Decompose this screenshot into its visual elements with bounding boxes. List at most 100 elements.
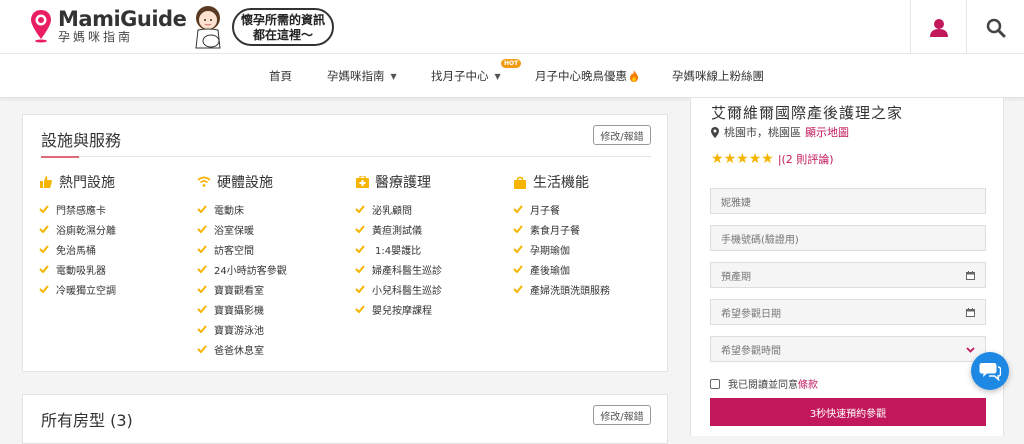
reviews-link[interactable]: |(2 則評論)	[778, 151, 834, 167]
speech-bubble: 懷孕所需的資訊 都在這裡～	[232, 8, 334, 46]
list-item: 月子餐	[513, 199, 673, 219]
facility-column-medical: 醫療護理 泌乳顧問 黃疸測試儀 1:4嬰護比 婦產科醫生巡診 小兒科醫生巡診 嬰…	[355, 173, 515, 319]
visit-date-placeholder: 希望參觀日期	[721, 308, 781, 320]
phone-placeholder: 手機號碼(驗證用)	[721, 234, 799, 246]
facility-column-popular: 熱門設施 門禁感應卡 浴廁乾濕分離 免治馬桶 電動吸乳器 冷暖獨立空調	[39, 173, 199, 299]
shopping-bag-icon	[513, 175, 527, 189]
list-item: 寶寶游泳池	[197, 319, 357, 339]
check-icon	[513, 225, 523, 233]
nav-home[interactable]: 首頁	[269, 68, 292, 84]
logo-name: MamiGuide	[58, 7, 187, 31]
visit-date-input[interactable]: 希望參觀日期	[710, 299, 986, 325]
agree-terms: 我已閱讀並同意 條款	[710, 376, 818, 391]
check-icon	[39, 205, 49, 213]
list-item: 婦產科醫生巡診	[355, 259, 515, 279]
book-visit-button[interactable]: 3秒快速預約參觀	[710, 398, 986, 426]
check-icon	[513, 205, 523, 213]
bubble-line-2: 都在這裡～	[252, 28, 313, 42]
check-icon	[39, 225, 49, 233]
star-icon: ★	[748, 151, 762, 167]
location-pin-logo-icon	[31, 10, 51, 43]
booking-sidebar: 艾爾維爾國際產後護理之家 桃園市，桃園區 顯示地圖 ★ ★ ★ ★ ★ |(2 …	[690, 98, 1004, 436]
check-icon	[197, 205, 207, 213]
check-icon	[355, 205, 365, 213]
name-input[interactable]: 妮雅婕	[710, 188, 986, 214]
check-icon	[513, 285, 523, 293]
nav-fan-page[interactable]: 孕媽咪線上粉絲團	[672, 68, 764, 84]
list-item: 免治馬桶	[39, 239, 199, 259]
facility-column-hardware: 硬體設施 電動床 浴室保暖 訪客空間 24小時訪客參觀 寶寶觀看室 寶寶攝影機 …	[197, 173, 357, 359]
terms-link[interactable]: 條款	[798, 376, 818, 391]
check-icon	[197, 325, 207, 333]
nav-guide[interactable]: 孕媽咪指南 ▼	[327, 68, 397, 84]
agree-text: 我已閱讀並同意	[728, 380, 798, 391]
check-icon	[197, 245, 207, 253]
nav-late-bird-label: 月子中心晚鳥優惠	[535, 69, 627, 83]
chat-button[interactable]	[971, 352, 1009, 390]
star-icon: ★	[761, 151, 774, 167]
check-icon	[513, 245, 523, 253]
check-icon	[39, 245, 49, 253]
show-map-link[interactable]: 顯示地圖	[805, 124, 849, 140]
star-icon: ★	[736, 151, 749, 167]
list-item: 浴室保暖	[197, 219, 357, 239]
nav-find-center[interactable]: 找月子中心 ▼	[431, 68, 501, 84]
check-icon	[355, 285, 365, 293]
thumbs-up-icon	[39, 175, 53, 189]
nav-late-bird-offer[interactable]: 月子中心晚鳥優惠	[535, 68, 639, 84]
visit-time-placeholder: 希望參觀時間	[721, 345, 781, 357]
due-date-input[interactable]: 預產期	[710, 262, 986, 288]
calendar-icon	[966, 271, 975, 280]
list-item: 電動床	[197, 199, 357, 219]
user-icon[interactable]	[925, 14, 953, 42]
divider	[966, 0, 967, 54]
list-item: 孕期瑜伽	[513, 239, 673, 259]
phone-input[interactable]: 手機號碼(驗證用)	[710, 225, 986, 251]
list-item: 門禁感應卡	[39, 199, 199, 219]
map-marker-icon	[711, 126, 719, 138]
check-icon	[355, 265, 365, 273]
mascot-mother-icon	[195, 6, 221, 49]
name-placeholder: 妮雅婕	[721, 197, 751, 209]
star-icon: ★	[723, 151, 737, 167]
location: 桃園市，桃園區 顯示地圖	[711, 124, 849, 140]
column-title: 醫療護理	[375, 175, 431, 191]
search-icon[interactable]	[982, 14, 1010, 42]
check-icon	[513, 265, 523, 273]
list-item: 冷暖獨立空調	[39, 279, 199, 299]
column-title: 生活機能	[533, 175, 589, 191]
check-icon	[197, 285, 207, 293]
check-icon	[355, 225, 365, 233]
nav-find-center-label: 找月子中心	[431, 69, 489, 83]
check-icon	[39, 265, 49, 273]
list-item: 黃疸測試儀	[355, 219, 515, 239]
logo[interactable]: MamiGuide 孕媽咪指南	[30, 7, 187, 44]
fire-icon	[630, 70, 638, 82]
chevron-down-icon	[966, 347, 975, 353]
center-name: 艾爾維爾國際產後護理之家	[711, 104, 904, 122]
list-item: 泌乳顧問	[355, 199, 515, 219]
list-item: 產婦洗頭洗頭服務	[513, 279, 673, 299]
list-item: 電動吸乳器	[39, 259, 199, 279]
chevron-down-icon: ▼	[494, 71, 501, 81]
list-item: 爸爸休息室	[197, 339, 357, 359]
edit-report-button[interactable]: 修改/報錯	[593, 125, 651, 145]
nav-fan-page-label: 孕媽咪線上粉絲團	[672, 69, 764, 83]
list-item: 小兒科醫生巡診	[355, 279, 515, 299]
wifi-icon	[197, 175, 211, 189]
rating: ★ ★ ★ ★ ★ |(2 則評論)	[711, 151, 834, 167]
divider	[79, 156, 651, 157]
agree-checkbox[interactable]	[710, 378, 720, 389]
check-icon	[39, 285, 49, 293]
visit-time-select[interactable]: 希望參觀時間	[710, 336, 986, 362]
list-item: 嬰兒按摩課程	[355, 299, 515, 319]
due-date-placeholder: 預產期	[721, 271, 751, 283]
room-types-card: 所有房型 (3) 修改/報錯	[22, 394, 668, 444]
edit-report-button[interactable]: 修改/報錯	[593, 405, 651, 425]
chat-bubble-icon	[979, 363, 1001, 381]
list-item: 寶寶攝影機	[197, 299, 357, 319]
check-icon	[197, 345, 207, 353]
check-icon	[197, 225, 207, 233]
divider	[910, 0, 911, 54]
check-icon	[355, 245, 365, 253]
